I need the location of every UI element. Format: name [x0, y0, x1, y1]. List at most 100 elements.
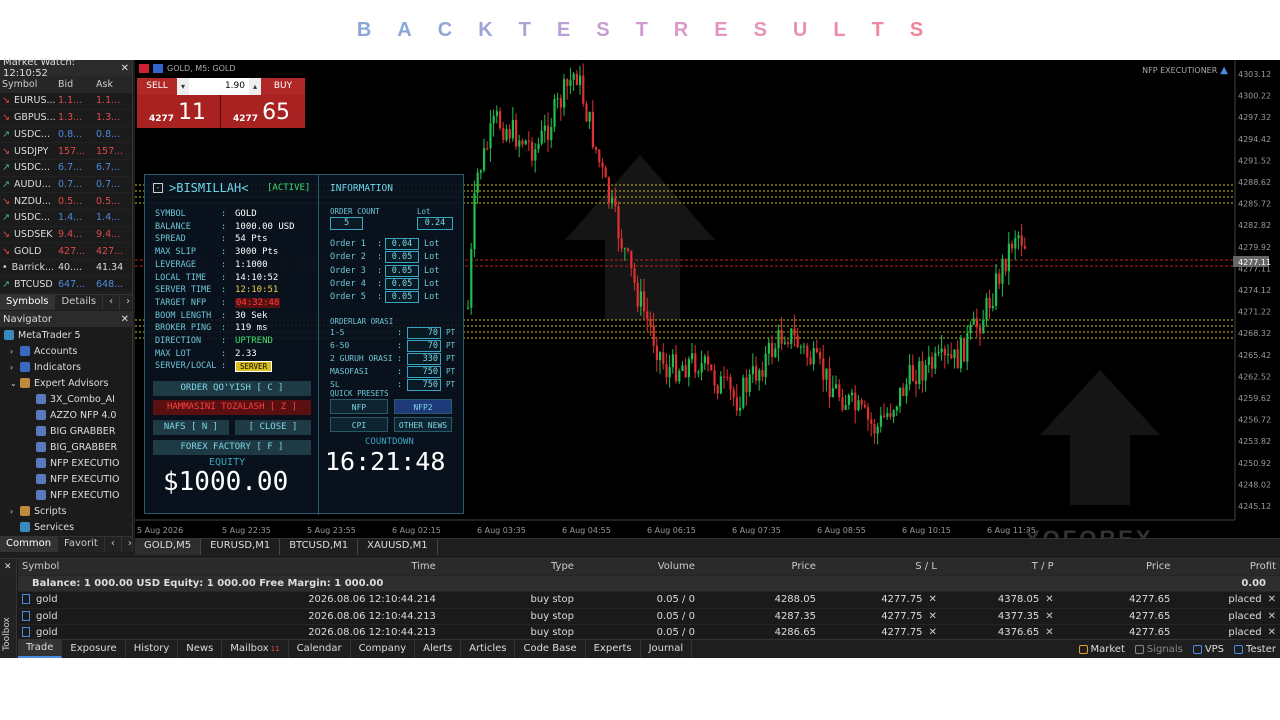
chart-tab[interactable]: GOLD,M5: [135, 539, 202, 555]
preset-nfp-button[interactable]: NFP: [330, 399, 388, 414]
chevron-left-icon[interactable]: ‹: [105, 537, 122, 552]
column-header[interactable]: Price: [699, 561, 820, 572]
chart-tab[interactable]: XAUUSD,M1: [358, 539, 438, 555]
column-header[interactable]: T / P: [941, 561, 1058, 572]
volume-input[interactable]: 1.90: [189, 78, 249, 95]
toolbox-tab[interactable]: Trade: [18, 639, 63, 658]
order-lot-input[interactable]: 0.05: [385, 251, 419, 264]
order-count-input[interactable]: 5: [330, 217, 363, 230]
market-watch-row[interactable]: ↗ AUDU... 0.7... 0.7...: [0, 176, 132, 194]
column-header[interactable]: Volume: [578, 561, 699, 572]
market-watch-row[interactable]: • Barrick... 40.... 41.34: [0, 259, 132, 277]
table-row[interactable]: gold 2026.08.06 12:10:44.213 buy stop 0.05 …: [18, 609, 1280, 625]
spacing-input[interactable]: 70: [407, 327, 441, 339]
navigator-item[interactable]: › Scripts: [0, 503, 132, 519]
toolbox-tab[interactable]: Mailbox 11: [222, 639, 289, 658]
navigator-item[interactable]: NFP EXECUTIO: [0, 455, 132, 471]
chart-tab[interactable]: BTCUSD,M1: [280, 539, 359, 555]
toolbar-market[interactable]: Market: [1078, 644, 1125, 655]
navigator-item[interactable]: BIG GRABBER: [0, 423, 132, 439]
preset-cpi-button[interactable]: CPI: [330, 417, 388, 432]
toolbox-tab[interactable]: Exposure: [62, 639, 126, 658]
toolbar-signals[interactable]: Signals: [1134, 644, 1183, 655]
navigator-item[interactable]: AZZO NFP 4.0: [0, 407, 132, 423]
column-header[interactable]: Price: [1058, 561, 1175, 572]
nafs-button[interactable]: NAFS [ N ]: [153, 420, 229, 435]
market-watch-row[interactable]: ↗ USDC... 1.4... 1.4...: [0, 209, 132, 227]
order-lot-input[interactable]: 0.05: [385, 264, 419, 277]
remove-icon[interactable]: ✕: [929, 611, 937, 622]
market-watch-row[interactable]: ↘ USDJPY 157... 157...: [0, 142, 132, 160]
tab-common[interactable]: Common: [0, 537, 59, 552]
remove-icon[interactable]: ✕: [929, 594, 937, 605]
ea-field-value[interactable]: SERVER: [235, 361, 273, 373]
toolbox-tab[interactable]: News: [178, 639, 223, 658]
preset-nfp2-button[interactable]: NFP2: [394, 399, 452, 414]
lot-total-input[interactable]: 0.24: [417, 217, 453, 230]
table-row[interactable]: gold 2026.08.06 12:10:44.214 buy stop 0.05 …: [18, 592, 1280, 609]
chevron-right-icon[interactable]: ›: [10, 347, 17, 356]
toolbar-vps[interactable]: VPS: [1192, 644, 1224, 655]
toolbox-tab[interactable]: Code Base: [515, 639, 586, 658]
spacing-input[interactable]: 330: [407, 353, 441, 365]
buy-button[interactable]: BUY: [261, 78, 305, 95]
tab-details[interactable]: Details: [55, 295, 104, 310]
order-lot-input[interactable]: 0.05: [385, 277, 419, 290]
remove-icon[interactable]: ✕: [1045, 594, 1053, 605]
sell-button[interactable]: SELL: [137, 78, 177, 95]
navigator-item[interactable]: NFP EXECUTIO: [0, 471, 132, 487]
chevron-down-icon[interactable]: ⌄: [10, 379, 17, 388]
column-header[interactable]: Type: [440, 561, 578, 572]
minimize-button[interactable]: -: [153, 183, 163, 193]
tab-symbols[interactable]: Symbols: [0, 295, 56, 310]
navigator-item[interactable]: 3X_Combo_AI: [0, 391, 132, 407]
remove-icon[interactable]: ✕: [1268, 611, 1276, 622]
toolbox-tab[interactable]: Experts: [586, 639, 641, 658]
order-lot-input[interactable]: 0.04: [385, 238, 419, 250]
toolbox-tab[interactable]: Articles: [461, 639, 516, 658]
column-header[interactable]: Symbol: [18, 561, 225, 572]
sell-price[interactable]: 4277 11: [137, 95, 221, 128]
market-watch-row[interactable]: ↘ GOLD 427... 427...: [0, 242, 132, 261]
close-icon[interactable]: ✕: [121, 314, 129, 325]
spacing-input[interactable]: 750: [407, 366, 441, 378]
close-icon[interactable]: ✕: [121, 63, 129, 74]
market-watch-row[interactable]: ↗ USDC... 0.8... 0.8...: [0, 126, 132, 144]
navigator-item[interactable]: MetaTrader 5: [0, 327, 132, 343]
market-watch-row[interactable]: ↘ NZDU... 0.5... 0.5...: [0, 192, 132, 210]
remove-icon[interactable]: ✕: [1268, 594, 1276, 605]
navigator-item[interactable]: › Accounts: [0, 343, 132, 359]
order-button[interactable]: ORDER QO'YISH [ C ]: [153, 381, 311, 396]
column-header[interactable]: Time: [225, 561, 440, 572]
navigator-item[interactable]: ⌄ Expert Advisors: [0, 375, 132, 391]
close-button[interactable]: [ CLOSE ]: [235, 420, 311, 435]
spacing-input[interactable]: 70: [407, 340, 441, 352]
chevron-right-icon[interactable]: ›: [10, 363, 17, 372]
toolbox-tab[interactable]: Alerts: [415, 639, 462, 658]
chart-tab[interactable]: EURUSD,M1: [201, 539, 281, 555]
market-watch-row[interactable]: ↗ BTCUSD 647... 648...: [0, 276, 132, 294]
navigator-item[interactable]: BIG_GRABBER: [0, 439, 132, 455]
toolbox-tab[interactable]: History: [126, 639, 179, 658]
market-watch-row[interactable]: ↘ USDSEK 9.4... 9.4...: [0, 226, 132, 244]
market-watch-row[interactable]: ↘ GBPUS... 1.3... 1.3...: [0, 109, 132, 127]
navigator-item[interactable]: NFP EXECUTIO: [0, 487, 132, 503]
clear-all-button[interactable]: HAMMASINI TOZALASH [ Z ]: [153, 400, 311, 415]
column-header[interactable]: Profit: [1174, 561, 1280, 572]
order-lot-input[interactable]: 0.05: [385, 291, 419, 304]
column-header[interactable]: S / L: [820, 561, 941, 572]
remove-icon[interactable]: ✕: [1268, 627, 1276, 638]
market-watch-row[interactable]: ↘ EURUS... 1.1... 1.1...: [0, 92, 132, 110]
chart-type-icon[interactable]: [139, 64, 149, 73]
buy-price[interactable]: 4277 65: [221, 95, 305, 128]
chevron-right-icon[interactable]: ›: [10, 507, 17, 516]
market-watch-row[interactable]: ↗ USDC... 6.7... 6.7...: [0, 159, 132, 177]
volume-up-button[interactable]: ▴: [249, 78, 261, 95]
chevron-left-icon[interactable]: ‹: [103, 295, 121, 310]
spacing-input[interactable]: 750: [407, 379, 441, 391]
remove-icon[interactable]: ✕: [929, 627, 937, 638]
chart-symbol-icon[interactable]: [153, 64, 163, 73]
remove-icon[interactable]: ✕: [1045, 627, 1053, 638]
close-icon[interactable]: ✕: [4, 562, 12, 572]
preset-other-news-button[interactable]: OTHER NEWS: [394, 417, 452, 432]
